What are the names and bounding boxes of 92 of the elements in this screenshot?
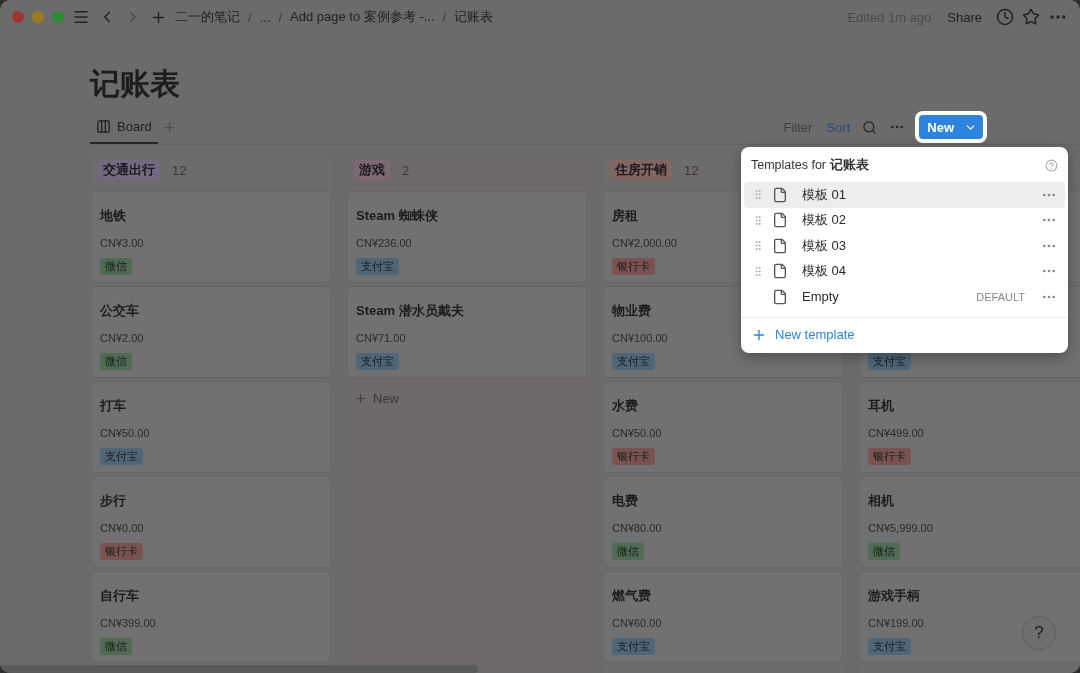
payment-tag: 银行卡 [868,448,911,465]
payment-tag: 银行卡 [100,543,143,560]
drag-handle-icon[interactable] [752,264,764,278]
plus-icon [354,391,367,405]
card-title: 公交车 [100,302,139,320]
group-label: 交通出行 [98,160,160,180]
card-title: 自行车 [100,587,139,605]
expense-card[interactable]: 自行车 CN¥399.00 微信 [92,572,330,662]
default-label: DEFAULT [976,290,1025,303]
payment-tag: 支付宝 [868,638,911,655]
page-icon [772,263,788,280]
card-amount: CN¥80.00 [612,522,662,534]
payment-tag: 支付宝 [868,353,911,370]
group-label: 游戏 [354,160,390,180]
breadcrumb-separator: / [442,9,447,25]
breadcrumb-separator: / [248,9,252,25]
payment-tag: 支付宝 [612,638,655,655]
payment-tag: 银行卡 [612,258,655,275]
drag-handle-icon[interactable] [752,213,764,227]
payment-tag: 支付宝 [356,258,399,275]
card-amount: CN¥50.00 [100,427,150,439]
expense-card[interactable]: 电费 CN¥80.00 微信 [604,477,842,567]
menu-icon[interactable] [72,8,90,26]
card-title: 房租 [612,207,638,225]
card-title: 物业费 [612,302,651,320]
page-icon [772,186,788,203]
payment-tag: 支付宝 [612,353,655,370]
search-icon[interactable] [862,119,878,135]
expense-card[interactable]: 步行 CN¥0.00 银行卡 [92,477,330,567]
expense-card[interactable]: 耳机 CN¥499.00 银行卡 [860,382,1080,472]
expense-card[interactable]: 公交车 CN¥2.00 微信 [92,287,330,377]
card-amount: CN¥100.00 [612,332,668,344]
card-title: 地铁 [100,207,126,225]
payment-tag: 微信 [612,543,644,560]
share-button[interactable]: Share [947,9,982,25]
card-amount: CN¥3.00 [100,237,144,249]
card-title: Steam 蜘蛛侠 [356,207,438,225]
card-amount: CN¥5,999.00 [868,522,933,534]
expense-card[interactable]: 打车 CN¥50.00 支付宝 [92,382,330,472]
page-icon [772,288,788,305]
card-title: 游戏手柄 [868,587,920,605]
card-title: 水费 [612,397,638,415]
card-title: 电费 [612,492,638,510]
card-amount: CN¥199.00 [868,617,924,629]
breadcrumb-link[interactable]: 记账表 [454,8,494,26]
group-label: 住房开销 [610,160,672,180]
card-title: 燃气费 [612,587,651,605]
board-icon [96,118,111,134]
card-amount: CN¥71.00 [356,332,406,344]
expense-card[interactable]: Steam 蜘蛛侠 CN¥236.00 支付宝 [348,192,586,282]
card-amount: CN¥0.00 [100,522,144,534]
star-icon[interactable] [1022,8,1040,26]
clock-icon[interactable] [996,8,1014,26]
breadcrumb-separator: / [278,9,283,25]
card-title: 相机 [868,492,894,510]
payment-tag: 微信 [100,258,132,275]
page-icon [772,212,788,229]
help-icon[interactable] [1045,159,1058,172]
breadcrumb-link[interactable]: Add page to 案例参考 -... [290,8,435,26]
expense-card[interactable]: 地铁 CN¥3.00 微信 [92,192,330,282]
card-amount: CN¥2.00 [100,332,144,344]
page-title: 记账表 [90,66,181,102]
card-amount: CN¥399.00 [100,617,156,629]
payment-tag: 微信 [868,543,900,560]
card-amount: CN¥236.00 [356,237,412,249]
card-amount: CN¥50.00 [612,427,662,439]
payment-tag: 微信 [100,353,132,370]
expense-card[interactable]: 燃气费 CN¥60.00 支付宝 [604,572,842,662]
card-title: Steam 潜水员戴夫 [356,302,464,320]
view-tab[interactable]: Board [90,110,158,144]
payment-tag: 银行卡 [612,448,655,465]
scrollbar[interactable] [0,665,478,673]
card-amount: CN¥499.00 [868,427,924,439]
card-title: 步行 [100,492,126,510]
payment-tag: 支付宝 [100,448,143,465]
expense-card[interactable]: 相机 CN¥5,999.00 微信 [860,477,1080,567]
card-title: 打车 [100,397,126,415]
add-view-icon[interactable] [161,119,177,135]
drag-handle-icon[interactable] [752,239,764,253]
card-title: 耳机 [868,397,894,415]
payment-tag: 微信 [100,638,132,655]
group-count: 12 [684,162,699,178]
expense-card[interactable]: 水费 CN¥50.00 银行卡 [604,382,842,472]
card-amount: CN¥60.00 [612,617,662,629]
breadcrumb-link[interactable]: ... [259,9,271,25]
template-item[interactable]: 模板 01 [744,182,1065,208]
drag-handle-icon[interactable] [752,188,764,202]
payment-tag: 支付宝 [356,353,399,370]
menu-title: Templates for 记账表 [751,157,869,174]
card-amount: CN¥2,000.00 [612,237,677,249]
page-icon [772,237,788,254]
expense-card[interactable]: Steam 潜水员戴夫 CN¥71.00 支付宝 [348,287,586,377]
